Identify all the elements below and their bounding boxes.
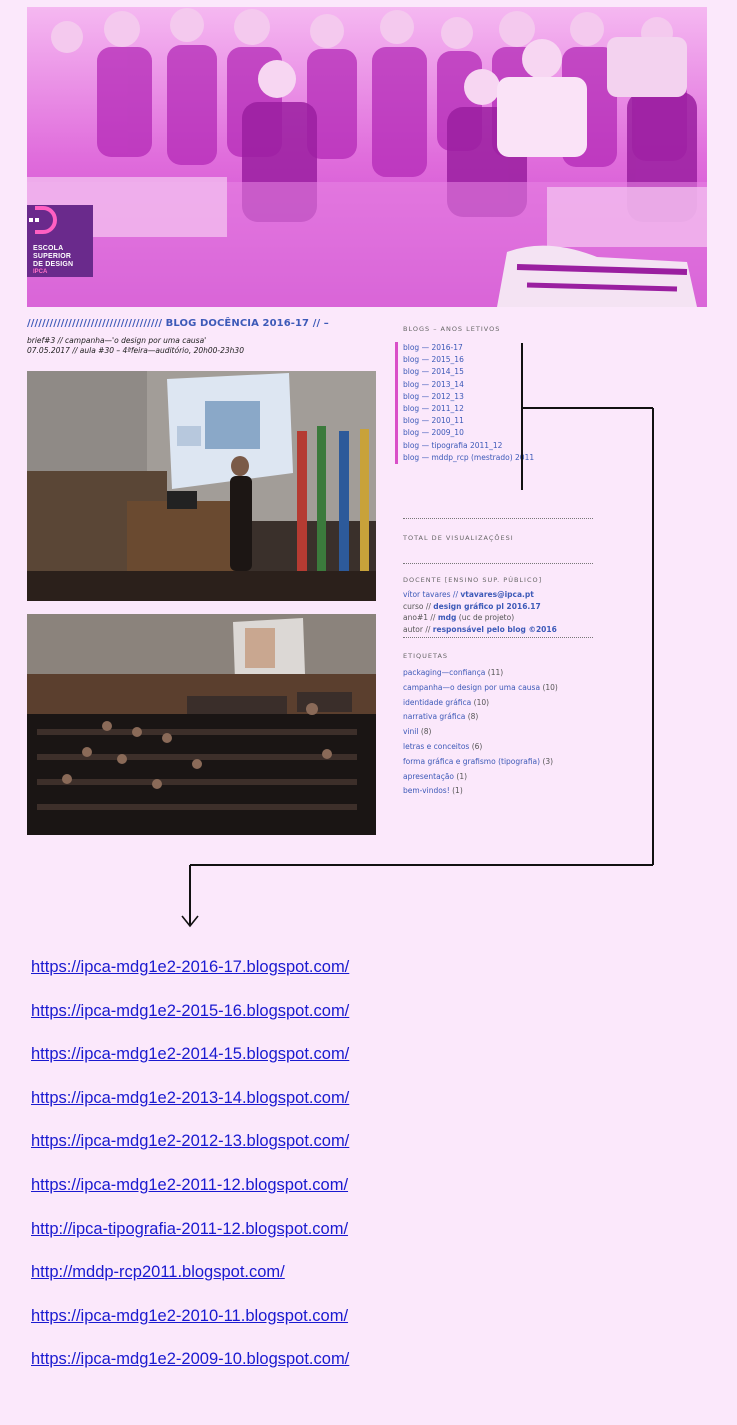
blog-url-list: https://ipca-mdg1e2-2016-17.blogspot.com… xyxy=(31,957,349,1393)
blog-url-link[interactable]: http://ipca-tipografia-2011-12.blogspot.… xyxy=(31,1219,349,1263)
blog-url-link[interactable]: https://ipca-mdg1e2-2010-11.blogspot.com… xyxy=(31,1306,349,1350)
blog-url-link[interactable]: https://ipca-mdg1e2-2009-10.blogspot.com… xyxy=(31,1349,349,1393)
page-background: ESCOLA SUPERIOR DE DESIGN IPCA /////////… xyxy=(0,0,737,1425)
blog-url-link[interactable]: https://ipca-mdg1e2-2011-12.blogspot.com… xyxy=(31,1175,349,1219)
blog-url-link[interactable]: http://mddp-rcp2011.blogspot.com/ xyxy=(31,1262,349,1306)
connector-arrow-icon xyxy=(181,343,654,928)
blog-url-link[interactable]: https://ipca-mdg1e2-2013-14.blogspot.com… xyxy=(31,1088,349,1132)
blog-url-link[interactable]: https://ipca-mdg1e2-2015-16.blogspot.com… xyxy=(31,1001,349,1045)
blog-url-link[interactable]: https://ipca-mdg1e2-2014-15.blogspot.com… xyxy=(31,1044,349,1088)
blog-url-link[interactable]: https://ipca-mdg1e2-2012-13.blogspot.com… xyxy=(31,1131,349,1175)
blog-url-link[interactable]: https://ipca-mdg1e2-2016-17.blogspot.com… xyxy=(31,957,349,1001)
